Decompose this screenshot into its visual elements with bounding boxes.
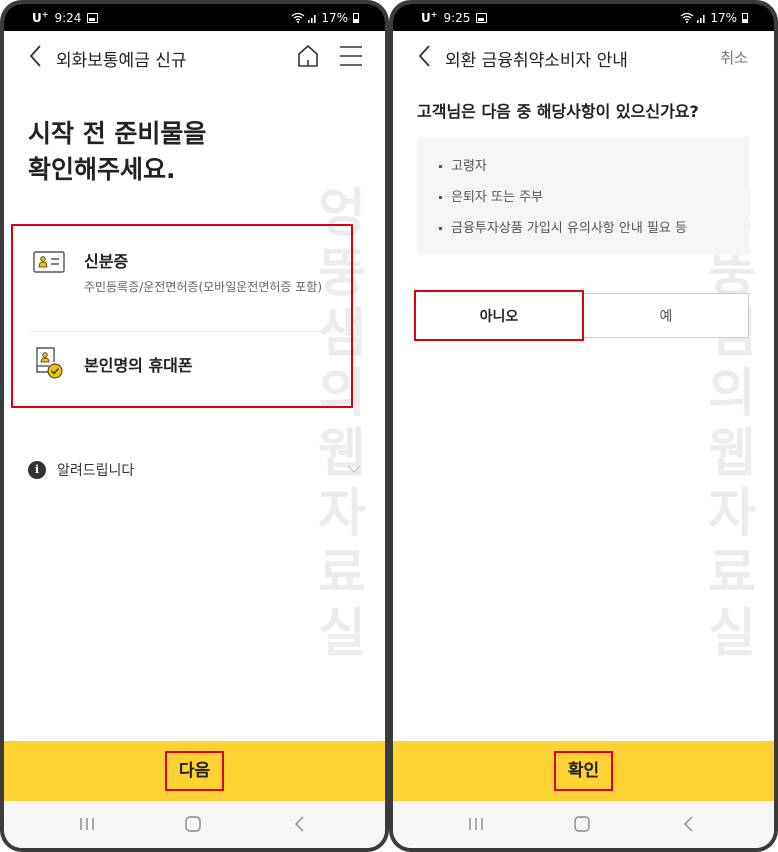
battery-percent: 17% [321,10,348,25]
back-nav-icon[interactable] [678,815,700,833]
wifi-icon [680,12,694,23]
notice-label: 알려드립니다 [57,463,135,479]
status-bar: U+ 9:24 17% [4,4,385,31]
status-bar: U+ 9:25 17% [393,4,774,31]
signal-icon [308,14,316,23]
back-arrow-icon[interactable] [26,43,46,69]
phone-frame-right: U+ 9:25 17% 외환 금융취약소비자 안내 취소 엉뚱샘의웹자료실 고객… [389,0,778,852]
system-nav-bar [393,801,774,848]
screen-vulnerable-consumer-notice: U+ 9:25 17% 외환 금융취약소비자 안내 취소 엉뚱샘의웹자료실 고객… [393,4,774,848]
battery-percent: 17% [710,10,737,25]
clock: 9:25 [443,10,471,25]
screen-id-preparation: U+ 9:24 17% 외화보통예금 신규 엉뚱샘의웹자료실 시작 전 준비물을… [4,4,385,848]
info-icon: i [28,461,46,479]
criteria-list: 고령자 은퇴자 또는 주부 금융투자상품 가입시 유의사항 안내 필요 등 [417,137,749,255]
yes-option-button[interactable]: 예 [584,294,748,337]
yes-no-toggle: 아니오 예 [414,290,749,341]
page-title: 외환 금융취약소비자 안내 [445,51,628,71]
chevron-down-icon[interactable] [347,464,361,474]
status-icons: 17% [291,4,359,31]
home-nav-icon[interactable] [571,815,593,833]
criteria-item: 은퇴자 또는 주부 [439,182,749,213]
hamburger-menu-icon[interactable] [339,44,363,68]
prep-item-phone: 본인명의 휴대폰 [29,336,335,396]
confirm-button-label: 확인 [553,751,614,791]
confirm-button[interactable]: 확인 [393,741,774,801]
next-button-label: 다음 [164,751,225,791]
home-icon[interactable] [295,43,321,69]
watermark: 엉뚱샘의웹자료실 [708,184,756,664]
wifi-icon [291,12,305,23]
prep-item-description: 주민등록증/운전면허증(모바일운전면허증 포함) [84,280,323,294]
preparation-list: 신분증 주민등록증/운전면허증(모바일운전면허증 포함) 본인명의 휴대폰 [11,224,353,408]
carrier-label: U+ [32,10,49,25]
page-title: 외화보통예금 신규 [56,51,187,71]
phone-frame-left: U+ 9:24 17% 외화보통예금 신규 엉뚱샘의웹자료실 시작 전 준비물을… [0,0,389,852]
criteria-item: 금융투자상품 가입시 유의사항 안내 필요 등 [439,213,749,244]
system-nav-bar [4,801,385,848]
gallery-notification-icon [476,12,488,23]
battery-icon [742,12,748,23]
recent-apps-icon[interactable] [76,815,98,833]
next-button[interactable]: 다음 [4,741,385,801]
carrier-label: U+ [421,10,438,25]
no-option-button[interactable]: 아니오 [414,290,584,341]
battery-icon [353,12,359,23]
back-arrow-icon[interactable] [415,43,435,69]
status-icons: 17% [680,4,748,31]
id-card-icon [33,251,65,273]
prep-item-label: 신분증 [84,252,129,271]
headline: 시작 전 준비물을 확인해주세요. [28,119,207,184]
prep-item-label: 본인명의 휴대폰 [84,356,193,375]
app-bar: 외화보통예금 신규 [4,31,385,83]
gallery-notification-icon [87,12,99,23]
cancel-button[interactable]: 취소 [720,47,748,68]
question-heading: 고객님은 다음 중 해당사항이 있으신가요? [417,102,699,121]
home-nav-icon[interactable] [182,815,204,833]
signal-icon [697,14,705,23]
clock: 9:24 [54,10,82,25]
prep-item-id-card: 신분증 주민등록증/운전면허증(모바일운전면허증 포함) [29,242,335,332]
criteria-item: 고령자 [439,151,749,182]
back-nav-icon[interactable] [289,815,311,833]
notice-accordion[interactable]: i 알려드립니다 [28,456,365,484]
verified-phone-icon [36,347,63,379]
app-bar: 외환 금융취약소비자 안내 취소 [393,31,774,83]
recent-apps-icon[interactable] [465,815,487,833]
